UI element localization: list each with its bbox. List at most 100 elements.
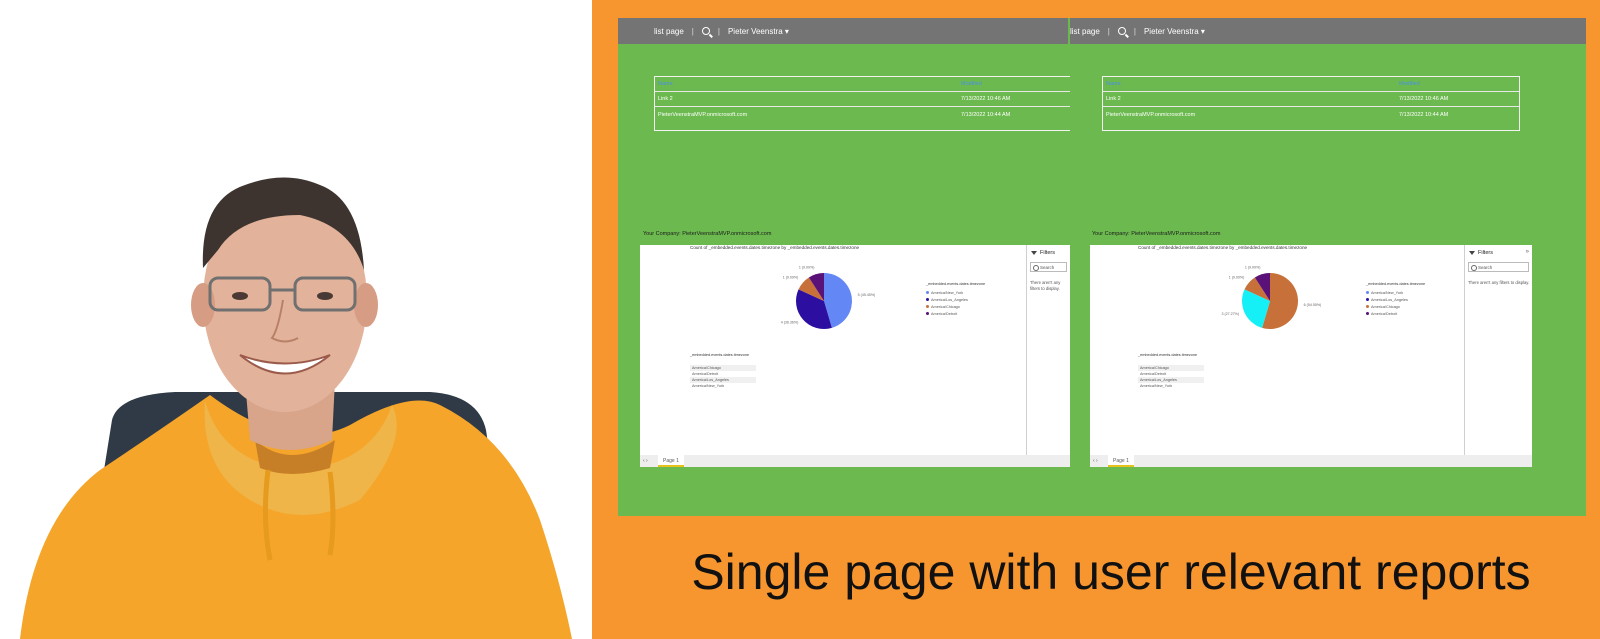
legend-item[interactable]: America/New_York	[1366, 289, 1425, 296]
page-tab-bar: ‹ › Page 1	[640, 455, 1070, 467]
item-name[interactable]: PieterVeenstraMVP.onmicrosoft.com	[658, 112, 747, 118]
filters-header[interactable]: Filters	[1469, 250, 1493, 256]
user-menu[interactable]: Pieter Veenstra ▾	[1144, 27, 1205, 36]
legend-label: America/Los_Angeles	[931, 297, 968, 302]
chart-title: Count of _embedded.events.dates.timezone…	[690, 245, 860, 250]
item-name[interactable]: Link 2	[658, 96, 673, 102]
list-item[interactable]: PieterVeenstraMVP.onmicrosoft.com 7/13/2…	[655, 107, 1070, 122]
legend-swatch	[1366, 298, 1369, 301]
pie-data-label: 6 (54.55%)	[1304, 303, 1322, 307]
page-nav-arrows[interactable]: ‹ ›	[643, 458, 648, 464]
pie-data-label: 1 (9.09%)	[1245, 265, 1261, 269]
pie-data-label: 4 (36.36%)	[781, 320, 799, 324]
chart-title: Count of _embedded.events.dates.timezone…	[1138, 245, 1308, 250]
item-name[interactable]: Link 2	[1106, 96, 1121, 102]
legend-title: _embedded.events.dates.timezone	[1366, 282, 1426, 286]
nav-separator: |	[717, 26, 720, 36]
legend-item[interactable]: America/Detroit	[926, 310, 985, 317]
legend-item[interactable]: America/Detroit	[1366, 310, 1425, 317]
pie-chart[interactable]: 5 (45.45%) 4 (36.36%) 1 (9.09%) 1 (9.09%)	[764, 261, 884, 341]
legend-label: America/New_York	[931, 290, 964, 295]
legend-label: America/Detroit	[931, 311, 958, 316]
item-date: 7/13/2022 10:44 AM	[1399, 111, 1449, 118]
page-tab-bar: ‹ › Page 1	[1090, 455, 1532, 467]
filters-empty-text: There aren't any filters to display.	[1468, 280, 1530, 285]
timezone-slicer: _embedded.events.dates.timezone America/…	[690, 353, 756, 389]
legend-item[interactable]: America/Chicago	[1366, 303, 1425, 310]
legend-swatch	[1366, 312, 1369, 315]
header-date[interactable]: Modified	[1399, 81, 1420, 87]
filters-label: Filters	[1478, 250, 1493, 256]
links-list-header: Name Modified	[1103, 77, 1519, 92]
list-item[interactable]: PieterVeenstraMVP.onmicrosoft.com 7/13/2…	[1103, 107, 1519, 122]
legend-label: America/Detroit	[1371, 311, 1398, 316]
legend-item[interactable]: America/Los_Angeles	[926, 296, 985, 303]
presenter-video	[0, 0, 592, 639]
chart-legend: _embedded.events.dates.timezone America/…	[1366, 282, 1425, 317]
legend-title: _embedded.events.dates.timezone	[926, 282, 986, 286]
pie-data-label: 1 (9.09%)	[1229, 276, 1245, 280]
company-line: Your Company: PieterVeenstraMVP.onmicros…	[643, 231, 772, 237]
legend-swatch	[926, 312, 929, 315]
list-item[interactable]: Link 2 7/13/2022 10:46 AM	[655, 92, 1070, 107]
legend-item[interactable]: America/Los_Angeles	[1366, 296, 1425, 303]
filter-icon	[1469, 251, 1475, 255]
search-icon[interactable]	[1117, 27, 1126, 35]
legend-label: America/Los_Angeles	[1371, 297, 1408, 302]
page-nav-arrows[interactable]: ‹ ›	[1093, 458, 1098, 464]
timezone-slicer: _embedded.events.dates.timezone America/…	[1138, 353, 1204, 389]
legend-label: America/Chicago	[1371, 304, 1400, 309]
filters-search-input[interactable]: Search	[1030, 262, 1067, 272]
slicer-item[interactable]: America/New_York	[690, 383, 756, 389]
chart-legend: _embedded.events.dates.timezone America/…	[926, 282, 985, 317]
slide-panel: list page | | Pieter Veenstra ▾ Name Mod…	[592, 0, 1600, 639]
top-navigation-bar: list page | | Pieter Veenstra ▾	[618, 18, 1068, 44]
links-list: Name Modified Link 2 7/13/2022 10:46 AM …	[1102, 76, 1520, 131]
header-name[interactable]: Name	[1106, 81, 1121, 87]
list-page-link[interactable]: list page	[654, 27, 684, 36]
sharepoint-page-before: list page | | Pieter Veenstra ▾ Name Mod…	[618, 18, 1070, 516]
tab-page-1[interactable]: Page 1	[658, 455, 684, 467]
list-item[interactable]: Link 2 7/13/2022 10:46 AM	[1103, 92, 1519, 107]
user-menu[interactable]: Pieter Veenstra ▾	[728, 27, 789, 36]
legend-swatch	[926, 291, 929, 294]
item-date: 7/13/2022 10:46 AM	[961, 96, 1011, 102]
expand-pane-icon[interactable]: »	[1526, 249, 1529, 255]
filters-pane: Filters » Search There aren't any filter…	[1464, 245, 1532, 455]
legend-item[interactable]: America/New_York	[926, 289, 985, 296]
header-date[interactable]: Modified	[961, 81, 982, 87]
links-list: Name Modified Link 2 7/13/2022 10:46 AM …	[654, 76, 1070, 131]
top-navigation-bar: list page | | Pieter Veenstra ▾	[1070, 18, 1586, 44]
sharepoint-page-after: list page | | Pieter Veenstra ▾ Name Mod…	[1070, 18, 1586, 516]
header-name[interactable]: Name	[658, 81, 673, 87]
list-page-link[interactable]: list page	[1070, 27, 1100, 36]
filters-header[interactable]: Filters	[1031, 250, 1055, 256]
filters-empty-text: There aren't any filters to display.	[1030, 280, 1061, 291]
filters-label: Filters	[1040, 250, 1055, 256]
item-date: 7/13/2022 10:46 AM	[1399, 96, 1449, 102]
powerbi-report: Count of _embedded.events.dates.timezone…	[1090, 245, 1532, 467]
item-name[interactable]: PieterVeenstraMVP.onmicrosoft.com	[1106, 112, 1195, 118]
video-frame: list page | | Pieter Veenstra ▾ Name Mod…	[0, 0, 1600, 639]
item-date: 7/13/2022 10:44 AM	[961, 111, 1011, 118]
slicer-item[interactable]: America/New_York	[1138, 383, 1204, 389]
company-line: Your Company: PieterVeenstraMVP.onmicros…	[1092, 231, 1221, 237]
search-icon[interactable]	[701, 27, 710, 35]
nav-separator: |	[1133, 26, 1136, 36]
legend-label: America/New_York	[1371, 290, 1404, 295]
nav-separator: |	[1107, 26, 1110, 36]
legend-item[interactable]: America/Chicago	[926, 303, 985, 310]
pie-data-label: 1 (9.09%)	[799, 265, 815, 269]
legend-swatch	[926, 305, 929, 308]
filters-search-input[interactable]: Search	[1468, 262, 1529, 272]
slicer-title: _embedded.events.dates.timezone	[1138, 353, 1198, 357]
legend-swatch	[1366, 291, 1369, 294]
slide-caption: Single page with user relevant reports	[691, 544, 1531, 600]
powerbi-report: Count of _embedded.events.dates.timezone…	[640, 245, 1070, 467]
nav-separator: |	[691, 26, 694, 36]
browser-screenshots-panel: list page | | Pieter Veenstra ▾ Name Mod…	[618, 18, 1586, 516]
tab-page-1[interactable]: Page 1	[1108, 455, 1134, 467]
pie-data-label: 1 (9.09%)	[783, 276, 799, 280]
pie-data-label: 3 (27.27%)	[1221, 312, 1239, 316]
pie-chart[interactable]: 6 (54.55%) 3 (27.27%) 1 (9.09%) 1 (9.09%)	[1210, 261, 1330, 341]
